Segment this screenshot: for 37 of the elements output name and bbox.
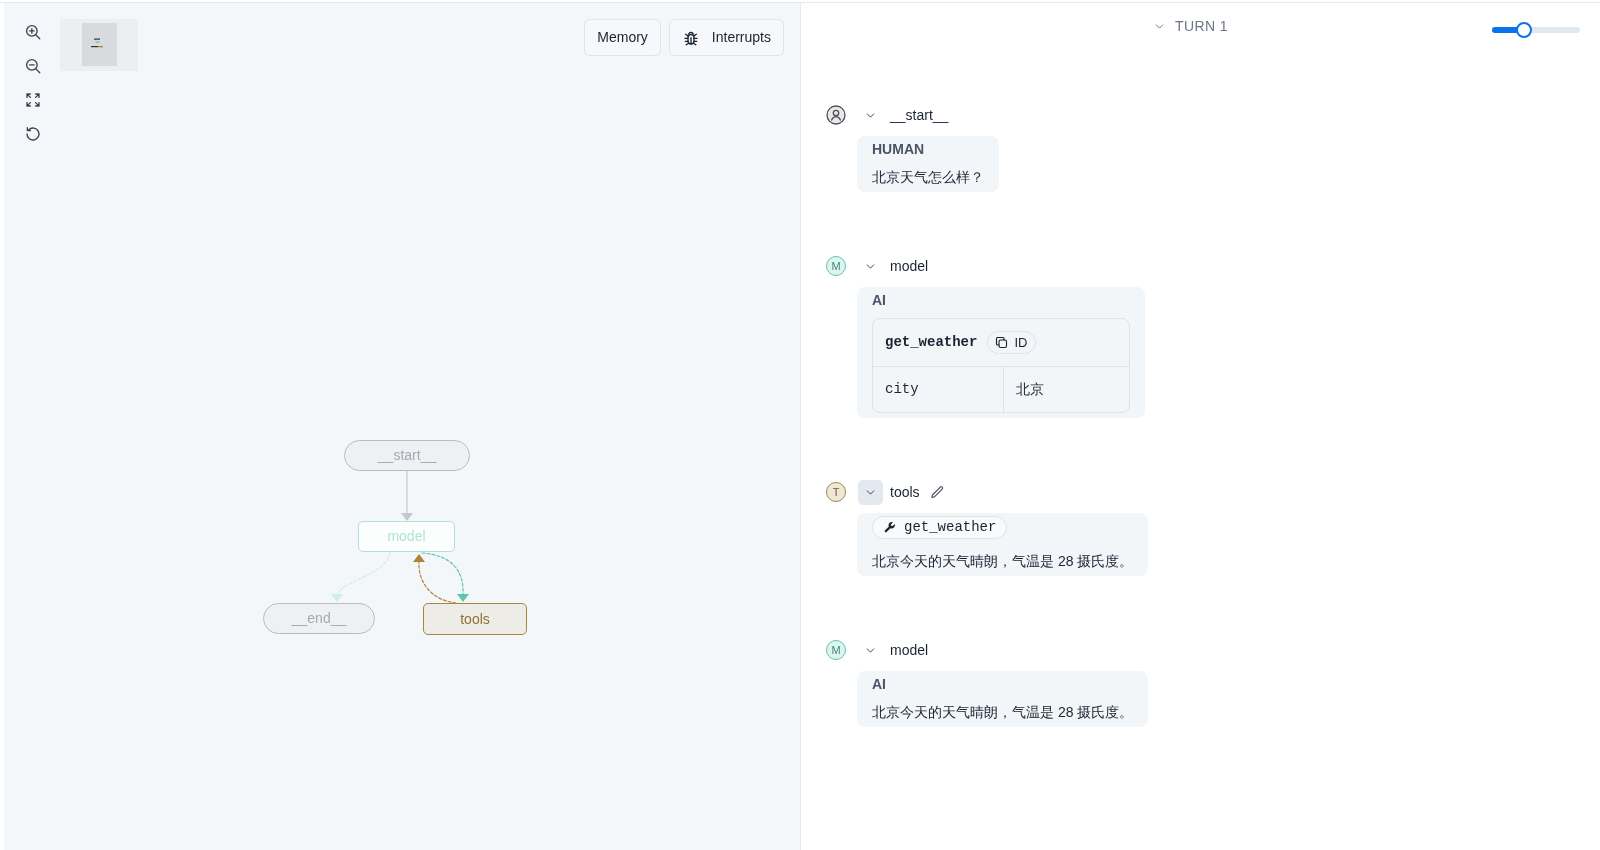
connector-arrow — [331, 552, 391, 602]
graph-node: model — [358, 521, 455, 552]
node-name: model — [890, 641, 929, 660]
copy-icon — [994, 335, 1010, 350]
fit-view-icon[interactable] — [24, 91, 42, 109]
connector-arrow — [413, 554, 457, 604]
terminal-node: __end__ — [263, 603, 375, 634]
toolbar-button[interactable]: Memory — [584, 19, 661, 56]
terminal-node: __start__ — [344, 440, 470, 471]
connector-arrow — [421, 552, 469, 602]
node-name: tools — [890, 483, 920, 502]
user-avatar-icon — [826, 105, 846, 125]
zoom-in-icon[interactable] — [24, 23, 42, 41]
role-label: HUMAN — [872, 140, 926, 159]
message-text: 北京今天的天气晴朗，气温是 28 摄氏度。 — [872, 552, 1134, 571]
node-name: model — [890, 257, 929, 276]
turn-toggle[interactable]: TURN 1 — [1153, 16, 1228, 36]
pencil-icon[interactable] — [929, 484, 945, 500]
role-label: AI — [872, 291, 887, 310]
role-label: AI — [872, 675, 887, 694]
tool-name: get_weather — [904, 518, 997, 537]
function-name: get_weather — [885, 333, 978, 352]
node-avatar: M — [826, 640, 846, 660]
table-cell: city — [873, 367, 1004, 412]
node-avatar: M — [826, 256, 846, 276]
graph-node: tools — [423, 603, 527, 635]
node-name: __start__ — [890, 106, 949, 125]
node-avatar: T — [826, 482, 846, 502]
wrench-icon — [883, 521, 896, 534]
connector-arrow — [401, 470, 413, 521]
message-text: 北京天气怎么样？ — [872, 168, 984, 187]
zoom-out-icon[interactable] — [24, 57, 42, 75]
reset-view-icon[interactable] — [24, 125, 42, 143]
table-cell-text: 北京 — [1015, 380, 1045, 399]
toolbar-button[interactable]: Interrupts — [668, 19, 784, 56]
message-text: 北京今天的天气晴朗，气温是 28 摄氏度。 — [872, 703, 1134, 722]
slider-thumb[interactable] — [1515, 22, 1532, 38]
